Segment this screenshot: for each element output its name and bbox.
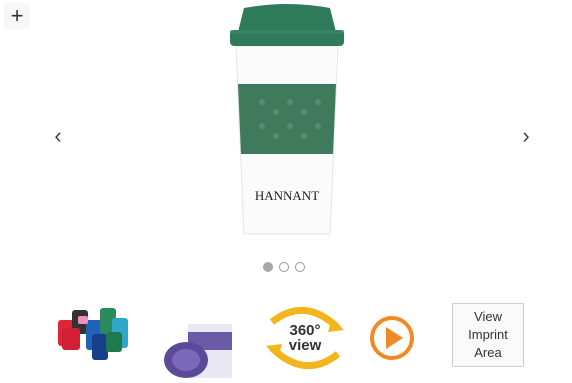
brand-logo-text: HANNANT — [255, 188, 319, 203]
view-imprint-area-button[interactable]: View Imprint Area — [452, 303, 524, 367]
next-image-button[interactable]: › — [514, 120, 538, 152]
imprint-line-1: View — [474, 309, 502, 324]
thumbnail-360-view[interactable]: 360° view — [260, 298, 350, 378]
view360-bottom-text: view — [288, 337, 322, 354]
imprint-line-2: Imprint — [468, 327, 508, 342]
imprint-line-3: Area — [474, 345, 502, 360]
view360-top-text: 360° — [289, 322, 321, 339]
thumbnail-color-variants[interactable] — [50, 298, 140, 378]
slide-dot-1[interactable] — [263, 262, 273, 272]
zoom-icon[interactable]: + — [4, 3, 30, 29]
slide-dot-2[interactable] — [279, 262, 289, 272]
slide-indicators — [263, 262, 305, 272]
thumbnail-video-play[interactable] — [356, 298, 446, 378]
slide-dot-3[interactable] — [295, 262, 305, 272]
thumbnail-strip: 360° view View Imprint Area — [0, 290, 572, 381]
previous-image-button[interactable]: ‹ — [46, 120, 70, 152]
product-image: HANNANT — [212, 2, 362, 242]
thumbnail-purple-cup[interactable] — [158, 298, 248, 378]
